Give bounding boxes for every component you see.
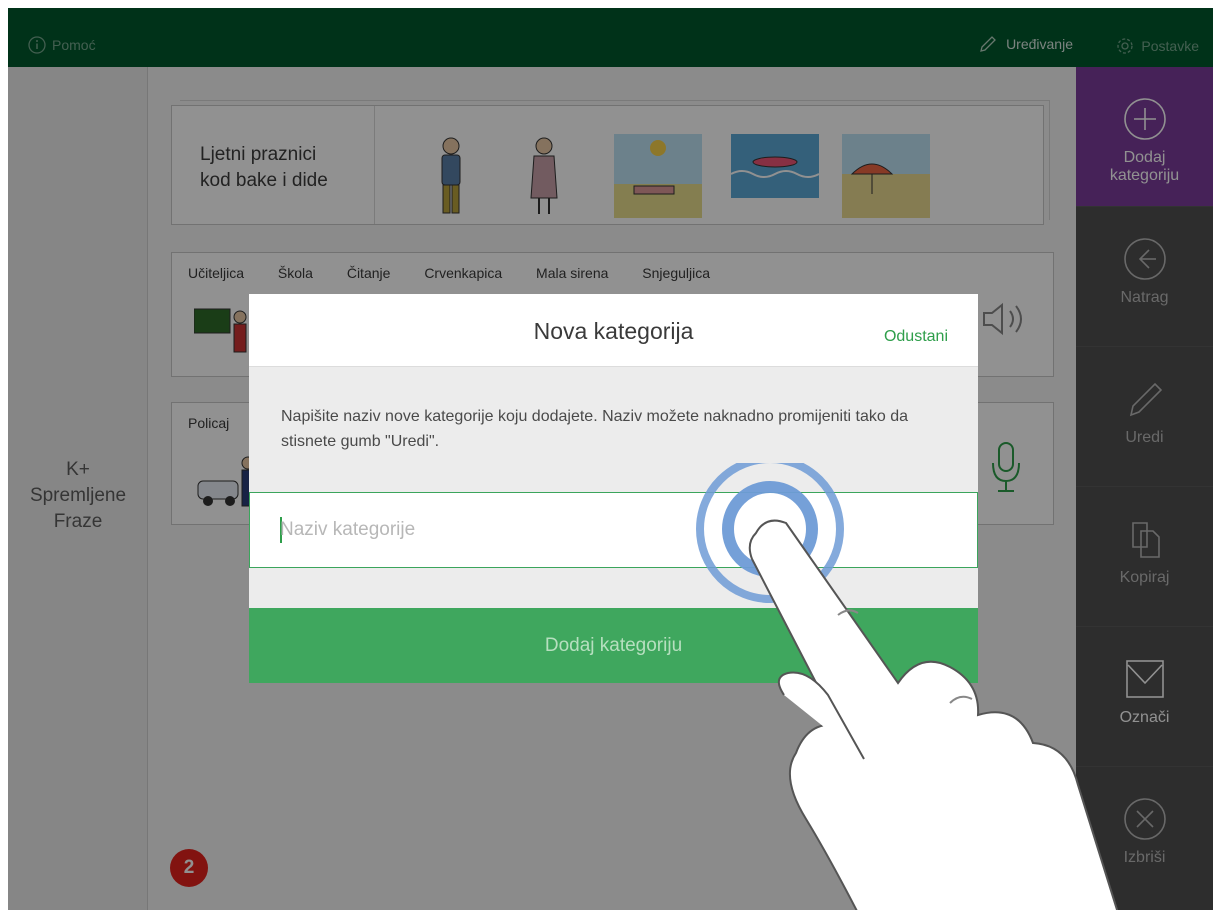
cancel-button[interactable]: Odustani: [884, 328, 948, 346]
dialog-header: Nova kategorija Odustani: [249, 294, 978, 367]
dialog-description: Napišite naziv nove kategorije koju doda…: [281, 408, 909, 450]
tap-gesture-hand-icon: [696, 463, 1119, 910]
dialog-title: Nova kategorija: [533, 318, 694, 344]
app-screen: Pomoć Uređivanje Postavke K+ Spremljene …: [8, 8, 1213, 910]
